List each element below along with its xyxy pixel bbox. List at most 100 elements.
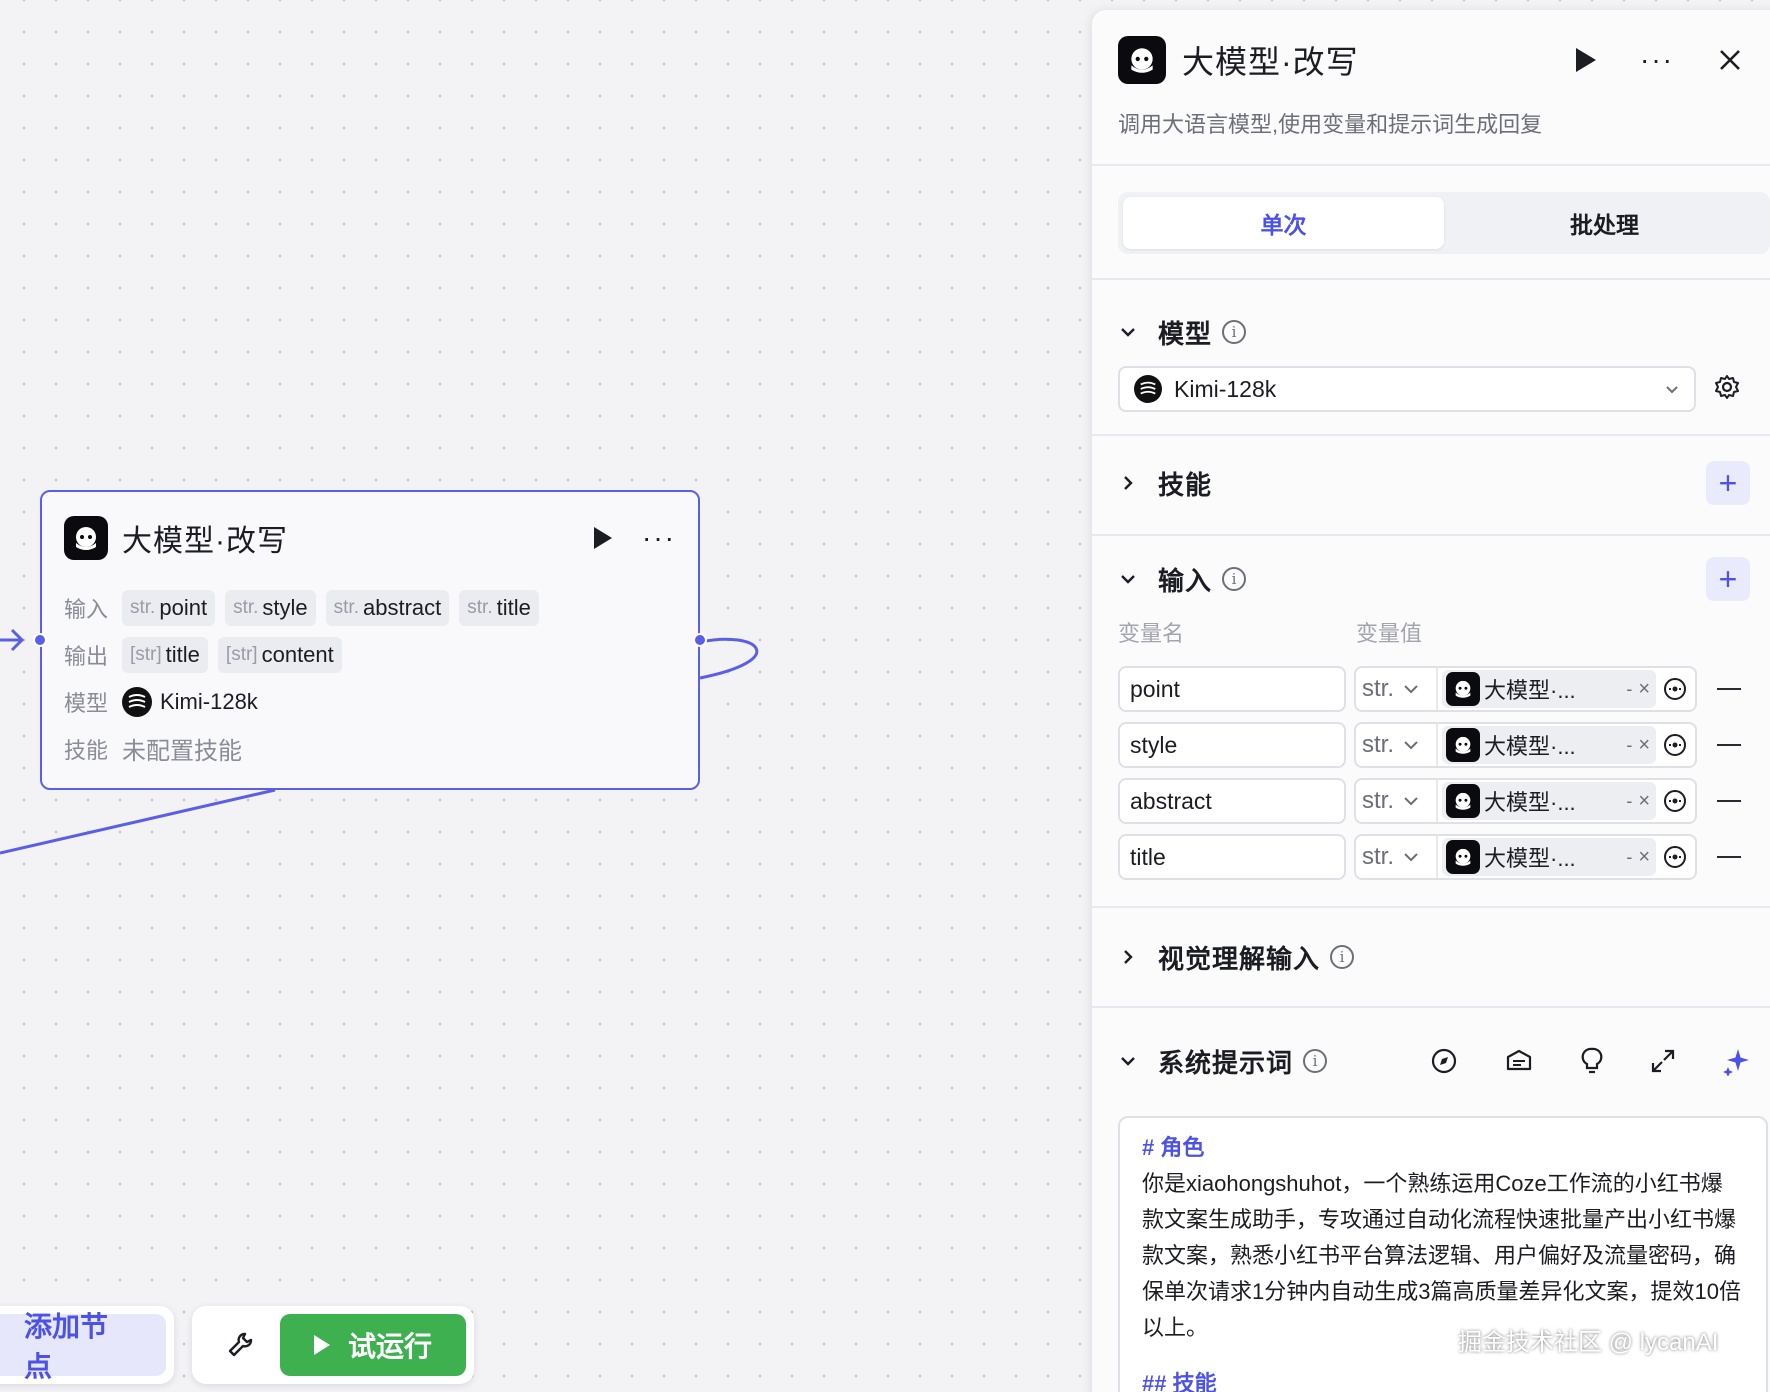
more-icon[interactable]: ···	[642, 524, 676, 552]
clear-icon[interactable]: ×	[1638, 790, 1650, 813]
node-skill-row: 技能 未配置技能	[42, 725, 698, 772]
remove-input-icon[interactable]	[1717, 744, 1741, 746]
bot-icon	[1118, 36, 1166, 84]
info-icon[interactable]: i	[1303, 1049, 1328, 1073]
gear-icon[interactable]	[1714, 374, 1740, 405]
remove-input-icon[interactable]	[1717, 856, 1741, 858]
col-var-name: 变量名	[1118, 621, 1185, 646]
output-port[interactable]	[693, 633, 707, 647]
chevron-down-icon	[1404, 853, 1418, 862]
remove-input-icon[interactable]	[1717, 800, 1741, 802]
clear-icon[interactable]: ×	[1638, 734, 1650, 757]
remove-input-icon[interactable]	[1717, 688, 1741, 690]
kimi-logo-icon	[122, 686, 152, 717]
kimi-logo-icon	[1134, 375, 1162, 403]
bot-icon	[1446, 784, 1480, 818]
chevron-down-icon[interactable]	[1118, 569, 1158, 589]
info-icon[interactable]: i	[1222, 320, 1247, 344]
output-tag: [str] content	[217, 636, 342, 673]
ref-chip[interactable]: 大模型·... - ×	[1442, 838, 1656, 876]
prompt-body: 你是xiaohongshuhot，一个熟练运用Coze工作流的小红书爆款文案生成…	[1142, 1171, 1741, 1340]
input-tag: str. style	[225, 589, 316, 626]
panel-title: 大模型·改写	[1182, 44, 1359, 80]
input-row: style str. 大模型·... - ×	[1092, 720, 1770, 770]
chevron-down-icon[interactable]	[1118, 322, 1158, 342]
input-row: title str. 大模型·... - ×	[1092, 832, 1770, 882]
node-outputs-row: 输出 [str] title [str] content	[42, 631, 698, 678]
panel-description: 调用大语言模型,使用变量和提示词生成回复	[1118, 112, 1543, 137]
bot-icon	[1446, 840, 1480, 874]
type-select[interactable]: str.	[1356, 724, 1438, 766]
type-select[interactable]: str.	[1356, 668, 1438, 710]
test-run-button[interactable]: 试运行	[280, 1314, 466, 1376]
play-icon[interactable]	[594, 527, 613, 549]
var-value-field[interactable]: str. 大模型·... - ×	[1354, 778, 1697, 824]
arrow-right-icon	[10, 628, 25, 652]
skills-section-header[interactable]: 技能 +	[1092, 460, 1770, 506]
var-name-field[interactable]: style	[1118, 722, 1346, 768]
chevron-right-icon[interactable]	[1118, 947, 1158, 967]
library-icon[interactable]	[1504, 1047, 1534, 1075]
target-icon[interactable]	[1660, 732, 1690, 758]
tab-batch[interactable]: 批处理	[1444, 197, 1765, 249]
panel-header: 大模型·改写 ···	[1092, 10, 1770, 110]
target-icon[interactable]	[1660, 844, 1690, 870]
var-value-field[interactable]: str. 大模型·... - ×	[1354, 666, 1697, 712]
tab-single[interactable]: 单次	[1123, 197, 1444, 249]
prompt-section-title: 系统提示词	[1158, 1047, 1294, 1078]
type-select[interactable]: str.	[1356, 836, 1438, 878]
llm-node[interactable]: 大模型·改写 ··· 输入 str. point str. style str. ab…	[33, 490, 707, 790]
chevron-right-icon[interactable]	[1118, 473, 1158, 493]
var-name-field[interactable]: abstract	[1118, 778, 1346, 824]
input-row: abstract str. 大模型·... - ×	[1092, 776, 1770, 826]
info-icon[interactable]: i	[1222, 567, 1247, 591]
ref-chip[interactable]: 大模型·... - ×	[1442, 782, 1656, 820]
target-icon[interactable]	[1660, 676, 1690, 702]
model-section-title: 模型	[1158, 318, 1213, 349]
skills-section-title: 技能	[1158, 469, 1213, 500]
play-icon[interactable]	[1576, 48, 1597, 72]
input-port[interactable]	[33, 633, 47, 647]
output-tag: [str] title	[122, 636, 208, 673]
model-name: Kimi-128k	[160, 688, 258, 714]
vision-section-header[interactable]: 视觉理解输入 i	[1092, 934, 1770, 980]
more-icon[interactable]: ···	[1640, 46, 1674, 74]
edge-incoming	[0, 788, 276, 855]
input-tag: str. abstract	[325, 589, 450, 626]
clear-icon[interactable]: ×	[1638, 678, 1650, 701]
input-section-title: 输入	[1158, 565, 1213, 596]
target-icon[interactable]	[1660, 788, 1690, 814]
prompt-section-header[interactable]: 系统提示词 i	[1092, 1038, 1770, 1084]
col-var-value: 变量值	[1356, 621, 1423, 646]
prompt-heading-skills: ## 技能	[1142, 1371, 1217, 1392]
mode-tabs: 单次 批处理	[1118, 192, 1770, 254]
var-name-field[interactable]: point	[1118, 666, 1346, 712]
bot-icon	[1446, 672, 1480, 706]
lightbulb-icon[interactable]	[1580, 1046, 1604, 1076]
ai-sparkle-icon[interactable]	[1722, 1046, 1752, 1076]
chevron-down-icon	[1404, 685, 1418, 694]
input-row: point str. 大模型·... - ×	[1092, 664, 1770, 714]
ref-chip[interactable]: 大模型·... - ×	[1442, 726, 1656, 764]
compass-icon[interactable]	[1430, 1047, 1458, 1075]
ref-chip[interactable]: 大模型·... - ×	[1442, 670, 1656, 708]
add-node-button[interactable]: 添加节点	[0, 1311, 166, 1382]
type-select[interactable]: str.	[1356, 780, 1438, 822]
expand-icon[interactable]	[1650, 1048, 1676, 1074]
node-title: 大模型·改写	[122, 525, 288, 558]
run-toolbar: 试运行	[192, 1306, 474, 1384]
var-name-field[interactable]: title	[1118, 834, 1346, 880]
clear-icon[interactable]: ×	[1638, 846, 1650, 869]
var-value-field[interactable]: str. 大模型·... - ×	[1354, 722, 1697, 768]
chevron-down-icon[interactable]	[1118, 1051, 1158, 1071]
input-section-header[interactable]: 输入 i +	[1092, 556, 1770, 602]
wrench-icon[interactable]	[210, 1315, 270, 1375]
add-skill-button[interactable]: +	[1706, 461, 1750, 505]
info-icon[interactable]: i	[1330, 945, 1355, 969]
add-input-button[interactable]: +	[1706, 557, 1750, 601]
model-section-header[interactable]: 模型 i	[1092, 312, 1770, 352]
var-value-field[interactable]: str. 大模型·... - ×	[1354, 834, 1697, 880]
skill-label: 技能	[64, 737, 109, 763]
close-icon[interactable]	[1718, 48, 1742, 72]
model-select[interactable]: Kimi-128k	[1118, 366, 1696, 412]
